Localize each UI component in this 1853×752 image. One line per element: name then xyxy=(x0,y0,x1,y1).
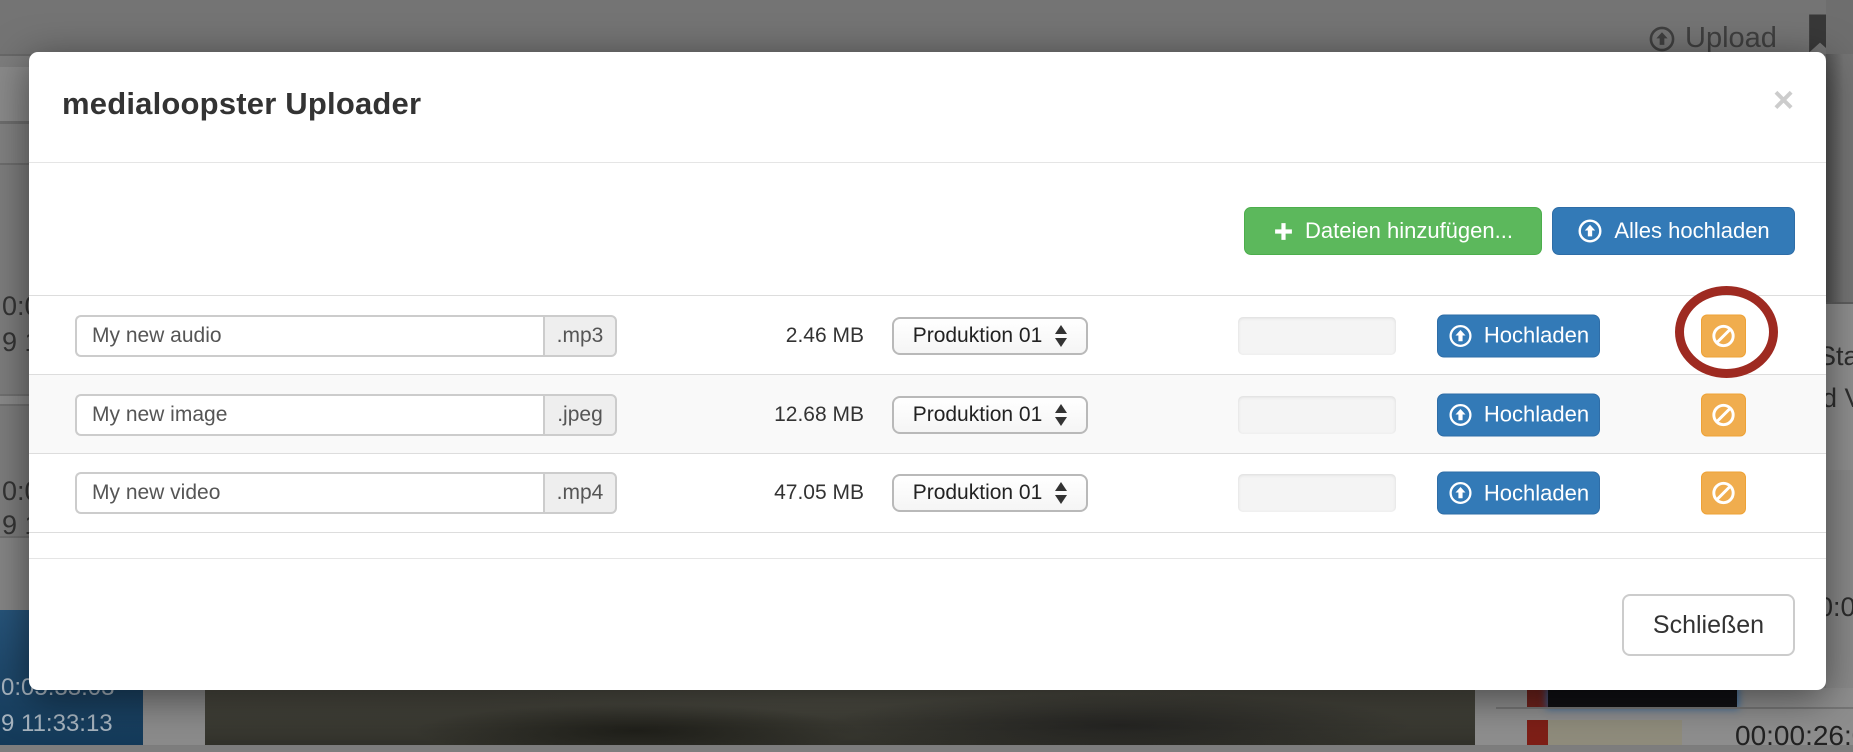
clip-thumbnail-selected[interactable] xyxy=(1548,688,1737,707)
clip-timecode: 00:00:26:0 xyxy=(1735,720,1853,752)
filename-input[interactable] xyxy=(75,394,543,436)
upload-row-label: Hochladen xyxy=(1484,323,1589,349)
cancel-upload-button[interactable] xyxy=(1701,472,1746,515)
filename-input-group: .mp3 xyxy=(75,315,617,357)
file-size: 47.05 MB xyxy=(679,481,864,505)
progress-bar xyxy=(1238,317,1396,355)
upload-circle-arrow-icon xyxy=(1648,25,1676,53)
backdrop-band xyxy=(143,688,205,745)
circle-arrow-up-icon xyxy=(1577,218,1603,244)
upload-row-button[interactable]: Hochladen xyxy=(1437,472,1600,515)
upload-row-label: Hochladen xyxy=(1484,402,1589,428)
production-select-value: Produktion 01 xyxy=(913,403,1043,427)
player-timecode-2: 9 11:33:13 xyxy=(1,710,113,738)
file-extension-addon: .jpeg xyxy=(543,394,617,436)
upload-all-label: Alles hochladen xyxy=(1614,218,1769,244)
circle-arrow-up-icon xyxy=(1448,402,1473,427)
filename-input[interactable] xyxy=(75,472,543,514)
select-spinner-icon xyxy=(1055,482,1067,504)
plus-icon xyxy=(1273,221,1294,242)
uploader-modal: medialoopster Uploader × Dateien hinzufü… xyxy=(29,52,1826,690)
filename-input-group: .mp4 xyxy=(75,472,617,514)
backdrop-divider xyxy=(0,404,29,406)
file-size: 2.46 MB xyxy=(679,324,864,348)
ban-icon xyxy=(1710,322,1737,349)
upload-all-button[interactable]: Alles hochladen xyxy=(1552,207,1795,255)
production-select[interactable]: Produktion 01 xyxy=(892,317,1088,355)
file-extension-addon: .mp4 xyxy=(543,472,617,514)
clip-thumbnail[interactable] xyxy=(1548,720,1682,745)
file-size: 12.68 MB xyxy=(679,403,864,427)
backdrop-band xyxy=(0,396,29,404)
progress-bar xyxy=(1238,474,1396,512)
upload-row-button[interactable]: Hochladen xyxy=(1437,393,1600,436)
filename-input[interactable] xyxy=(75,315,543,357)
backdrop-band xyxy=(1826,0,1853,54)
production-select-value: Produktion 01 xyxy=(913,481,1043,505)
add-files-label: Dateien hinzufügen... xyxy=(1305,218,1513,244)
upload-row: .mp3 2.46 MB Produktion 01 Hochladen xyxy=(29,295,1826,375)
cancel-upload-button[interactable] xyxy=(1701,314,1746,357)
modal-header: medialoopster Uploader × xyxy=(29,52,1826,163)
file-extension-addon: .mp3 xyxy=(543,315,617,357)
production-select[interactable]: Produktion 01 xyxy=(892,396,1088,434)
video-player-frame xyxy=(205,688,1475,745)
ban-icon xyxy=(1710,401,1737,428)
circle-arrow-up-icon xyxy=(1448,323,1473,348)
modal-footer: Schließen xyxy=(29,558,1826,690)
upload-row-button[interactable]: Hochladen xyxy=(1437,314,1600,357)
close-icon[interactable]: × xyxy=(1773,82,1794,118)
cancel-upload-button[interactable] xyxy=(1701,393,1746,436)
navbar xyxy=(0,0,1853,56)
right-text-fragment: d V xyxy=(1822,383,1853,414)
circle-arrow-up-icon xyxy=(1448,481,1473,506)
filename-input-group: .jpeg xyxy=(75,394,617,436)
production-select[interactable]: Produktion 01 xyxy=(892,474,1088,512)
progress-bar xyxy=(1238,396,1396,434)
upload-row: .mp4 47.05 MB Produktion 01 Hochladen xyxy=(29,453,1826,532)
backdrop-band xyxy=(0,538,29,610)
upload-row-label: Hochladen xyxy=(1484,480,1589,506)
backdrop-band xyxy=(1826,470,1853,688)
select-spinner-icon xyxy=(1055,404,1067,426)
rows-bottom-divider xyxy=(29,532,1826,533)
scrollbar-shadow xyxy=(1826,54,1853,302)
modal-title: medialoopster Uploader xyxy=(62,86,421,122)
clip-list-accent xyxy=(1527,688,1548,707)
clip-list-accent xyxy=(1527,720,1548,745)
backdrop-band xyxy=(0,124,29,163)
upload-row: .jpeg 12.68 MB Produktion 01 Hochladen xyxy=(29,374,1826,454)
close-modal-button[interactable]: Schließen xyxy=(1622,594,1795,656)
select-spinner-icon xyxy=(1055,325,1067,347)
backdrop-divider xyxy=(0,163,29,165)
backdrop-divider xyxy=(1496,707,1853,709)
backdrop-band xyxy=(0,67,29,121)
add-files-button[interactable]: Dateien hinzufügen... xyxy=(1244,207,1542,255)
ban-icon xyxy=(1710,480,1737,507)
navbar-upload-label: Upload xyxy=(1685,22,1777,55)
production-select-value: Produktion 01 xyxy=(913,324,1043,348)
navbar-upload-button[interactable]: Upload xyxy=(1648,22,1777,55)
